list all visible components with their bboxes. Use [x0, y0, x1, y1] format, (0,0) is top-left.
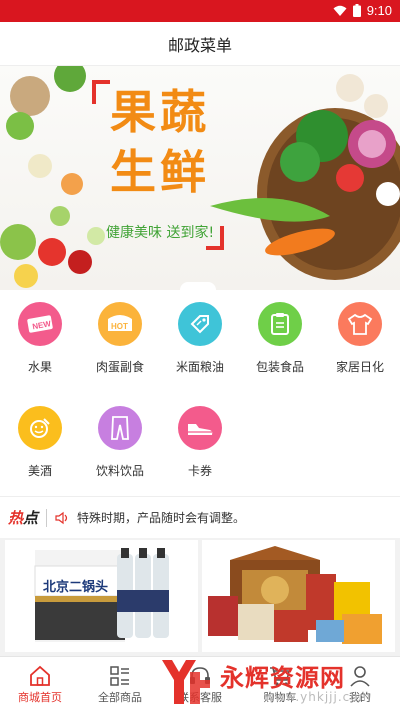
watermark: 永辉资源网 www.yhkjjj.com: [152, 654, 400, 711]
page-title: 邮政菜单: [167, 35, 232, 55]
banner-slogan: 健康美味 送到家!: [106, 225, 215, 241]
tab-all-products[interactable]: 全部商品: [80, 657, 160, 711]
clipboard-icon: [258, 302, 302, 346]
hot-label: 热点: [8, 507, 38, 528]
speaker-icon: [55, 511, 68, 524]
tag-icon: [178, 302, 222, 346]
banner-indicator: [180, 282, 216, 290]
category-household[interactable]: 家居日化: [320, 290, 400, 390]
category-label: 美酒: [27, 464, 52, 478]
banner-title: 果蔬生鲜: [110, 85, 210, 199]
product-image-gift-box: [208, 546, 382, 644]
product-card[interactable]: [202, 540, 395, 652]
category-grid: NEW 水果 HOT 肉蛋副食 米面粮油 包装食品 家居日化 美酒 饮料饮品 卡…: [0, 290, 400, 496]
hot-label-char-1: 热: [8, 509, 24, 527]
smile-note-icon: [18, 406, 62, 450]
category-packaged-food[interactable]: 包装食品: [240, 290, 320, 390]
watermark-logo-icon: [162, 660, 210, 704]
hot-badge-icon: HOT: [98, 302, 142, 346]
product-list: 北京二锅头: [0, 538, 400, 656]
category-label: 米面粮油: [175, 360, 224, 374]
status-icons: 9:10: [333, 3, 392, 18]
tab-label: 商城首页: [18, 691, 62, 704]
promo-banner[interactable]: 果蔬生鲜 健康美味 送到家!: [0, 66, 400, 290]
status-time: 9:10: [366, 3, 392, 18]
pants-icon: [98, 406, 142, 450]
product-box-label: 北京二锅头: [43, 580, 109, 595]
category-label: 饮料饮品: [95, 464, 144, 478]
category-label: 肉蛋副食: [95, 360, 144, 374]
svg-text:HOT: HOT: [111, 322, 128, 331]
home-icon: [30, 665, 50, 686]
new-badge-icon: NEW: [18, 302, 62, 346]
watermark-text: 永辉资源网: [220, 664, 345, 692]
battery-icon: [352, 4, 361, 17]
category-rice-oil[interactable]: 米面粮油: [160, 290, 240, 390]
hot-label-char-2: 点: [23, 509, 39, 527]
category-beverages[interactable]: 饮料饮品: [80, 394, 160, 494]
notice-divider: [46, 508, 48, 527]
tab-label: 全部商品: [98, 691, 142, 704]
category-label: 包装食品: [255, 360, 304, 374]
tab-home[interactable]: 商城首页: [0, 657, 80, 711]
category-vouchers[interactable]: 卡券: [160, 394, 240, 494]
product-image-erguotou: [34, 548, 169, 642]
banner-bracket-left: [92, 80, 110, 104]
app-header: 邮政菜单: [0, 22, 400, 66]
status-bar: 9:10: [0, 0, 400, 22]
category-label: 水果: [27, 360, 52, 374]
category-meat-eggs[interactable]: HOT 肉蛋副食: [80, 290, 160, 390]
wifi-icon: [333, 5, 347, 16]
category-fruit[interactable]: NEW 水果: [0, 290, 80, 390]
shoe-icon: [178, 406, 222, 450]
category-wine[interactable]: 美酒: [0, 394, 80, 494]
watermark-url: www.yhkjjj.com: [264, 690, 372, 704]
category-label: 卡券: [187, 464, 212, 478]
hot-notice-bar[interactable]: 热点 特殊时期，产品随时会有调整。: [0, 496, 400, 538]
category-label: 家居日化: [335, 360, 384, 374]
product-card[interactable]: 北京二锅头: [5, 540, 198, 652]
grid-list-icon: [110, 666, 129, 686]
tshirt-icon: [338, 302, 382, 346]
notice-text: 特殊时期，产品随时会有调整。: [77, 511, 246, 525]
